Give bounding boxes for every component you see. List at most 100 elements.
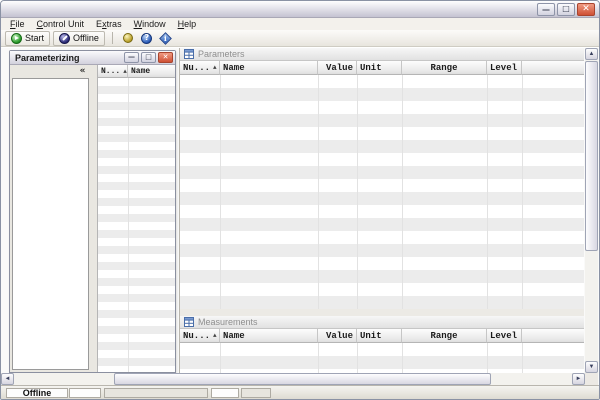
column-divider [487, 343, 488, 373]
menu-extras[interactable]: Extras [90, 18, 128, 30]
arrow-right-icon: ► [576, 376, 582, 382]
parameters-panel: Parameters Nu...▲ Name Value Unit Range … [180, 48, 584, 309]
parameterizing-body: « N...▲ Name [10, 65, 175, 372]
tree-pane[interactable] [12, 78, 89, 370]
parameterizing-window: Parameterizing — □ ✕ « N...▲ Name [9, 50, 176, 373]
horizontal-scroll-thumb[interactable] [114, 373, 491, 385]
toolbar: Start Offline ? i [1, 30, 599, 47]
parameterizing-minimize-button[interactable]: — [124, 52, 139, 63]
scroll-right-button[interactable]: ► [572, 373, 585, 385]
maximize-icon: □ [145, 54, 152, 61]
parameterizing-table-body [98, 78, 175, 372]
menu-window[interactable]: Window [128, 18, 172, 30]
close-icon: ✕ [163, 54, 169, 61]
column-header-blank[interactable] [522, 61, 584, 75]
column-divider [357, 75, 358, 309]
column-header-n[interactable]: N...▲ [98, 65, 128, 78]
column-header-blank[interactable] [522, 329, 584, 343]
minimize-button[interactable]: — [537, 3, 555, 16]
column-header-unit[interactable]: Unit [357, 61, 402, 75]
column-header-value[interactable]: Value [318, 329, 357, 343]
column-divider [522, 343, 523, 373]
column-header-number[interactable]: Nu...▲ [180, 329, 220, 343]
sort-ascending-icon: ▲ [123, 68, 127, 75]
parameterizing-table-header: N...▲ Name [98, 65, 175, 78]
sort-ascending-icon: ▲ [213, 332, 217, 339]
parameterizing-close-button[interactable]: ✕ [158, 52, 173, 63]
parameterizing-title-bar[interactable]: Parameterizing — □ ✕ [10, 51, 175, 65]
measurements-panel: Measurements Nu...▲ Name Value Unit Rang… [180, 316, 584, 373]
measurements-panel-title: Measurements [198, 317, 258, 327]
lamp-button[interactable] [120, 31, 136, 46]
vertical-scroll-track[interactable] [585, 60, 598, 361]
status-progress-panel [104, 388, 208, 398]
toolbar-separator [112, 32, 113, 44]
column-divider [357, 343, 358, 373]
column-header-name[interactable]: Name [128, 65, 175, 78]
info-button[interactable]: i [158, 31, 174, 46]
table-grid-icon [184, 317, 194, 327]
offline-icon [59, 33, 70, 44]
column-header-name[interactable]: Name [220, 61, 318, 75]
offline-button-label: Offline [73, 33, 99, 43]
parameterizing-title: Parameterizing [15, 53, 122, 63]
measurements-panel-header: Measurements [180, 316, 584, 329]
parameterizing-maximize-button[interactable]: □ [141, 52, 156, 63]
vertical-scroll-thumb[interactable] [585, 61, 598, 251]
arrow-down-icon: ▼ [589, 364, 595, 370]
column-divider [402, 75, 403, 309]
vertical-scrollbar: ▲ ▼ [585, 48, 598, 373]
column-divider [487, 75, 488, 309]
arrow-up-icon: ▲ [589, 51, 595, 57]
vertical-splitter[interactable] [90, 65, 97, 372]
collapse-button[interactable]: « [76, 66, 89, 77]
measurements-table-body [180, 343, 584, 373]
menu-file[interactable]: File [4, 18, 31, 30]
maximize-button[interactable]: □ [557, 3, 575, 16]
start-button[interactable]: Start [5, 31, 50, 46]
start-icon [11, 33, 22, 44]
menu-help[interactable]: Help [172, 18, 203, 30]
connection-state-label: Offline [23, 388, 52, 398]
column-divider [522, 75, 523, 309]
column-header-level[interactable]: Level [487, 329, 522, 343]
column-header-number[interactable]: Nu...▲ [180, 61, 220, 75]
tree-toolbar: « [10, 65, 90, 78]
column-header-value[interactable]: Value [318, 61, 357, 75]
column-header-range[interactable]: Range [402, 329, 487, 343]
column-header-name[interactable]: Name [220, 329, 318, 343]
menu-control-unit[interactable]: Control Unit [31, 18, 91, 30]
scroll-down-button[interactable]: ▼ [585, 361, 598, 373]
menu-bar: File Control Unit Extras Window Help [1, 18, 599, 30]
start-button-label: Start [25, 33, 44, 43]
app-window: — □ ✕ File Control Unit Extras Window He… [0, 0, 600, 400]
horizontal-splitter[interactable] [180, 309, 584, 316]
column-header-level[interactable]: Level [487, 61, 522, 75]
status-panel [211, 388, 239, 398]
parameterizing-table: N...▲ Name [97, 65, 175, 372]
scroll-up-button[interactable]: ▲ [585, 48, 598, 60]
parameters-panel-title: Parameters [198, 49, 245, 59]
minimize-icon: — [542, 6, 550, 14]
info-icon: i [160, 32, 173, 45]
offline-button[interactable]: Offline [53, 31, 105, 46]
column-divider [220, 343, 221, 373]
column-divider [220, 75, 221, 309]
mdi-workspace: Parameterizing — □ ✕ « N...▲ Name [1, 47, 599, 385]
column-divider [318, 75, 319, 309]
column-divider [318, 343, 319, 373]
parameters-table-header: Nu...▲ Name Value Unit Range Level [180, 61, 584, 75]
column-header-range[interactable]: Range [402, 61, 487, 75]
tree-column: « [10, 65, 90, 372]
scroll-left-button[interactable]: ◄ [1, 373, 14, 385]
close-button[interactable]: ✕ [577, 3, 595, 16]
horizontal-scroll-track[interactable] [14, 373, 572, 385]
column-header-unit[interactable]: Unit [357, 329, 402, 343]
table-grid-icon [184, 49, 194, 59]
parameters-panel-header: Parameters [180, 48, 584, 61]
scrollbar-corner [585, 373, 598, 385]
horizontal-scrollbar: ◄ ► [1, 373, 585, 385]
measurements-table-header: Nu...▲ Name Value Unit Range Level [180, 329, 584, 343]
help-button[interactable]: ? [139, 31, 155, 46]
lamp-icon [123, 33, 133, 43]
